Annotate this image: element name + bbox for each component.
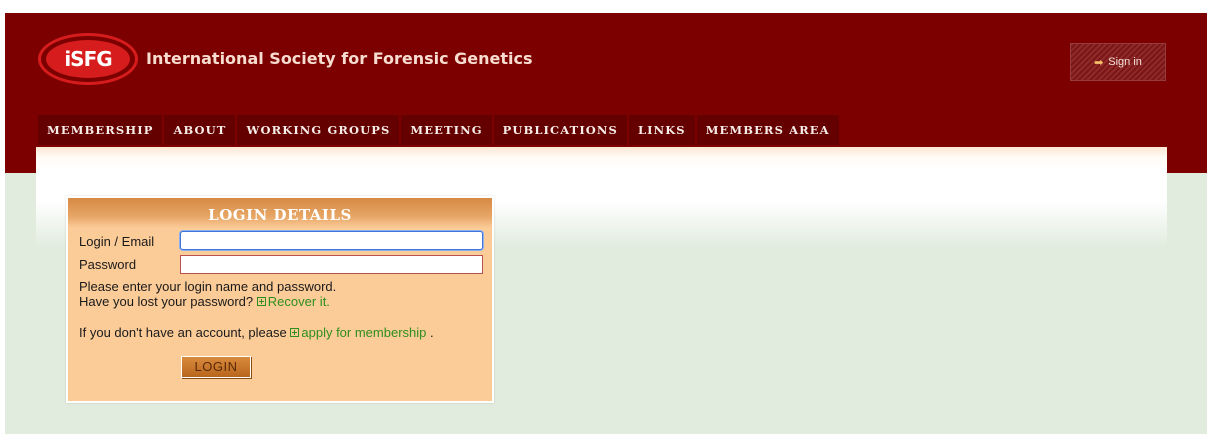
nav-item-links[interactable]: LINKS: [628, 115, 695, 145]
login-panel-title: LOGIN DETAILS: [68, 198, 492, 228]
no-account-text: If you don't have an account, please: [79, 325, 287, 340]
recover-link[interactable]: Recover it.: [256, 294, 330, 309]
password-label: Password: [79, 257, 137, 272]
lost-password-text: Have you lost your password?: [79, 294, 254, 309]
nav-item-members-area[interactable]: MEMBERS AREA: [696, 115, 839, 145]
login-instructions: Please enter your login name and passwor…: [79, 279, 337, 294]
main-nav: MEMBERSHIP ABOUT WORKING GROUPS MEETING …: [38, 115, 841, 145]
email-label: Login / Email: [79, 234, 155, 249]
plus-box-icon: [256, 297, 266, 306]
recover-link-label: Recover it.: [267, 294, 330, 309]
logo-text: iSFG: [46, 40, 130, 78]
sign-in-label: Sign in: [1108, 56, 1142, 68]
plus-box-icon: [290, 328, 300, 337]
email-field[interactable]: [180, 231, 483, 250]
nav-item-about[interactable]: ABOUT: [164, 115, 236, 145]
apply-suffix: .: [430, 325, 434, 340]
password-field[interactable]: [180, 255, 483, 274]
arrow-right-icon: ➡: [1094, 56, 1104, 69]
page-background: iSFG International Society for Forensic …: [5, 13, 1207, 434]
sign-in-button[interactable]: ➡ Sign in: [1070, 43, 1166, 81]
nav-item-publications[interactable]: PUBLICATIONS: [493, 115, 627, 145]
site-title: International Society for Forensic Genet…: [146, 49, 533, 68]
lost-password-line: Have you lost your password? Recover it.: [79, 294, 330, 309]
nav-item-meeting[interactable]: MEETING: [401, 115, 492, 145]
login-panel: LOGIN DETAILS Login / Email Password Ple…: [66, 196, 494, 403]
isfg-logo[interactable]: iSFG: [38, 33, 138, 85]
login-button[interactable]: LOGIN: [181, 356, 251, 378]
nav-item-working-groups[interactable]: WORKING GROUPS: [237, 115, 400, 145]
apply-membership-link[interactable]: apply for membership: [290, 325, 426, 340]
apply-link-label: apply for membership: [301, 325, 427, 340]
no-account-line: If you don't have an account, please app…: [79, 325, 434, 340]
nav-item-membership[interactable]: MEMBERSHIP: [38, 115, 163, 145]
